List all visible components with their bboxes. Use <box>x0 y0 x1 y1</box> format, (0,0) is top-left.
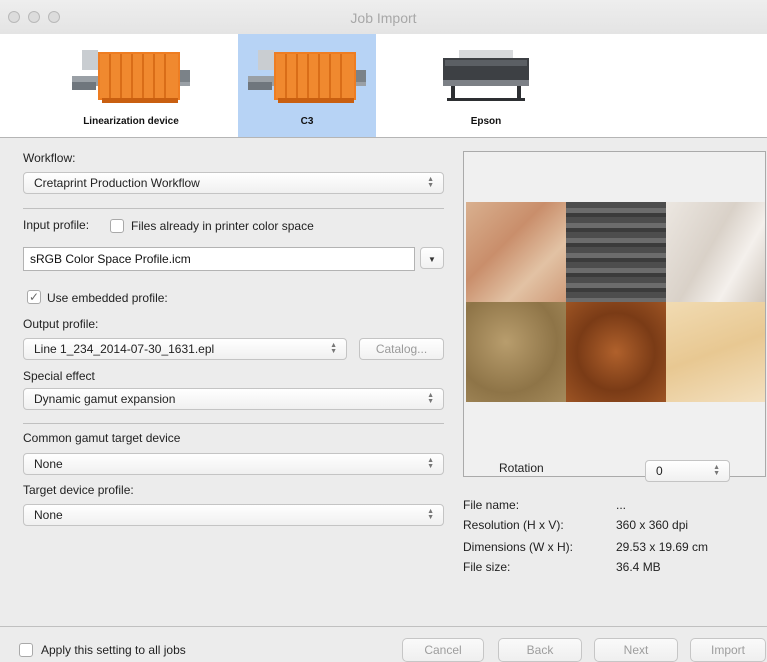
output-profile-label: Output profile: <box>23 317 99 331</box>
popup-arrows-icon: ▲ ▼ <box>427 176 434 189</box>
file-info-key: File size: <box>463 560 511 574</box>
file-info-key: Dimensions (W x H): <box>463 540 574 554</box>
file-info-value: 29.53 x 19.69 cm <box>616 540 709 554</box>
common-gamut-value: None <box>34 457 63 471</box>
device-label: Linearization device <box>83 116 179 127</box>
preview-tile <box>666 302 765 402</box>
output-profile-popup[interactable]: Line 1_234_2014-07-30_1631.epl ▲ ▼ <box>23 338 347 360</box>
chevron-down-icon: ▼ <box>428 255 436 264</box>
preview-tile <box>566 202 666 302</box>
input-profile-label: Input profile: <box>23 218 90 232</box>
footer-divider <box>0 626 767 627</box>
target-device-profile-label: Target device profile: <box>23 483 134 497</box>
preview-tile <box>666 202 765 302</box>
industrial-printer-icon <box>248 50 366 103</box>
target-device-profile-popup[interactable]: None ▲ ▼ <box>23 504 444 526</box>
file-info-value: 36.4 MB <box>616 560 661 574</box>
popup-arrows-icon: ▲ ▼ <box>427 508 434 521</box>
input-profile-field[interactable]: sRGB Color Space Profile.icm <box>23 247 415 271</box>
divider <box>23 423 444 424</box>
printer-color-space-label: Files already in printer color space <box>131 219 314 233</box>
file-info-value: 360 x 360 dpi <box>616 518 689 532</box>
special-effect-label: Special effect <box>23 369 95 383</box>
special-effect-popup[interactable]: Dynamic gamut expansion ▲ ▼ <box>23 388 444 410</box>
rotation-value: 0 <box>656 464 663 478</box>
common-gamut-label: Common gamut target device <box>23 431 181 445</box>
device-label: C3 <box>300 116 314 127</box>
use-embedded-profile-label: Use embedded profile: <box>47 291 168 305</box>
rotation-popup[interactable]: 0 ▲ ▼ <box>645 460 730 482</box>
next-button[interactable]: Next <box>594 638 678 662</box>
device-epson[interactable]: Epson <box>417 34 555 137</box>
apply-all-label: Apply this setting to all jobs <box>41 643 186 657</box>
file-info-value: ... <box>616 498 627 512</box>
common-gamut-popup[interactable]: None ▲ ▼ <box>23 453 444 475</box>
image-preview <box>463 151 766 477</box>
workflow-value: Cretaprint Production Workflow <box>34 176 200 190</box>
cancel-button[interactable]: Cancel <box>402 638 484 662</box>
output-profile-value: Line 1_234_2014-07-30_1631.epl <box>34 342 215 356</box>
popup-arrows-icon: ▲ ▼ <box>427 392 434 405</box>
input-profile-dropdown-button[interactable]: ▼ <box>420 247 444 269</box>
popup-arrows-icon: ▲ ▼ <box>713 464 720 477</box>
import-button[interactable]: Import <box>690 638 766 662</box>
file-info-key: File name: <box>463 498 520 512</box>
catalog-button[interactable]: Catalog... <box>359 338 444 360</box>
preview-tile <box>566 302 666 402</box>
industrial-printer-icon <box>72 50 190 103</box>
device-selector: Linearization device C3 Epson <box>0 34 767 138</box>
device-label: Epson <box>470 116 502 127</box>
device-linearization[interactable]: Linearization device <box>62 34 200 137</box>
workflow-popup[interactable]: Cretaprint Production Workflow ▲ ▼ <box>23 172 444 194</box>
rotation-label: Rotation <box>499 461 544 475</box>
popup-arrows-icon: ▲ ▼ <box>427 457 434 470</box>
apply-all-checkbox[interactable] <box>19 643 33 657</box>
special-effect-value: Dynamic gamut expansion <box>34 392 176 406</box>
file-info-key: Resolution (H x V): <box>463 518 564 532</box>
use-embedded-profile-checkbox[interactable]: ✓ <box>27 290 41 304</box>
workflow-label: Workflow: <box>23 151 76 165</box>
preview-tile <box>466 302 566 402</box>
window-title: Job Import <box>350 10 417 26</box>
back-button[interactable]: Back <box>498 638 582 662</box>
divider <box>23 208 444 209</box>
device-c3[interactable]: C3 <box>238 34 376 137</box>
preview-tile <box>466 202 566 302</box>
target-device-profile-value: None <box>34 508 63 522</box>
wide-format-printer-icon <box>443 50 529 101</box>
popup-arrows-icon: ▲ ▼ <box>330 342 337 355</box>
printer-color-space-checkbox[interactable] <box>110 219 124 233</box>
